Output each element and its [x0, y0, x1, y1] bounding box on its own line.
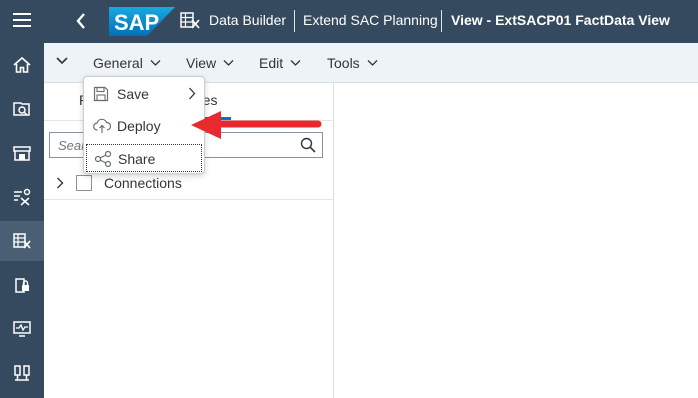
chevron-right-icon[interactable]: [56, 177, 64, 189]
menu-general[interactable]: General: [93, 55, 161, 71]
save-icon: [93, 86, 109, 102]
menu-view-label: View: [186, 55, 217, 71]
shell-bar: SAP Data Builder Extend SAC Planning Vie…: [44, 0, 698, 43]
menu-edit-label: Edit: [259, 55, 284, 71]
data-builder-icon: [180, 11, 202, 36]
deploy-icon: [93, 118, 111, 133]
breadcrumb-separator: [441, 10, 442, 32]
sap-logo-text: SAP: [114, 10, 159, 35]
chevron-down-icon: [367, 60, 378, 66]
monitor-icon[interactable]: [0, 309, 44, 349]
menu-item-share[interactable]: Share: [86, 144, 202, 172]
menu-item-share-label: Share: [118, 151, 156, 167]
catalog-search-icon[interactable]: [0, 89, 44, 129]
annotation-arrow: [191, 111, 322, 139]
business-builder-icon[interactable]: [0, 177, 44, 217]
menu-tools-label: Tools: [327, 55, 360, 71]
tree-label-connections: Connections: [104, 175, 182, 191]
menu-item-deploy-label: Deploy: [117, 118, 161, 134]
home-icon[interactable]: [0, 45, 44, 85]
collapse-icon[interactable]: [56, 53, 68, 71]
page-title: View - ExtSACP01 FactData View: [451, 12, 670, 28]
breadcrumb-data-builder[interactable]: Data Builder: [209, 12, 286, 28]
menu-icon[interactable]: [0, 0, 44, 40]
menu-item-save-label: Save: [117, 86, 149, 102]
breadcrumb-space[interactable]: Extend SAC Planning: [303, 12, 438, 28]
search-placeholder: Sear: [58, 138, 86, 153]
data-builder-icon[interactable]: [0, 221, 44, 261]
menu-general-label: General: [93, 55, 143, 71]
sap-logo[interactable]: SAP: [109, 7, 175, 36]
back-button[interactable]: [70, 10, 92, 32]
chevron-right-icon: [189, 87, 196, 100]
connections-icon[interactable]: [0, 353, 44, 393]
breadcrumb-separator: [294, 10, 295, 32]
menu-edit[interactable]: Edit: [259, 55, 301, 71]
side-navigation: [0, 0, 44, 398]
menu-item-save[interactable]: Save: [86, 80, 202, 108]
chevron-down-icon: [223, 60, 234, 66]
data-marketplace-icon[interactable]: [0, 133, 44, 173]
tree-checkbox[interactable]: [76, 175, 92, 191]
chevron-down-icon: [290, 60, 301, 66]
menu-tools[interactable]: Tools: [327, 55, 378, 71]
menu-view[interactable]: View: [186, 55, 234, 71]
security-icon[interactable]: [0, 265, 44, 305]
share-icon: [94, 151, 112, 167]
chevron-down-icon: [150, 60, 161, 66]
